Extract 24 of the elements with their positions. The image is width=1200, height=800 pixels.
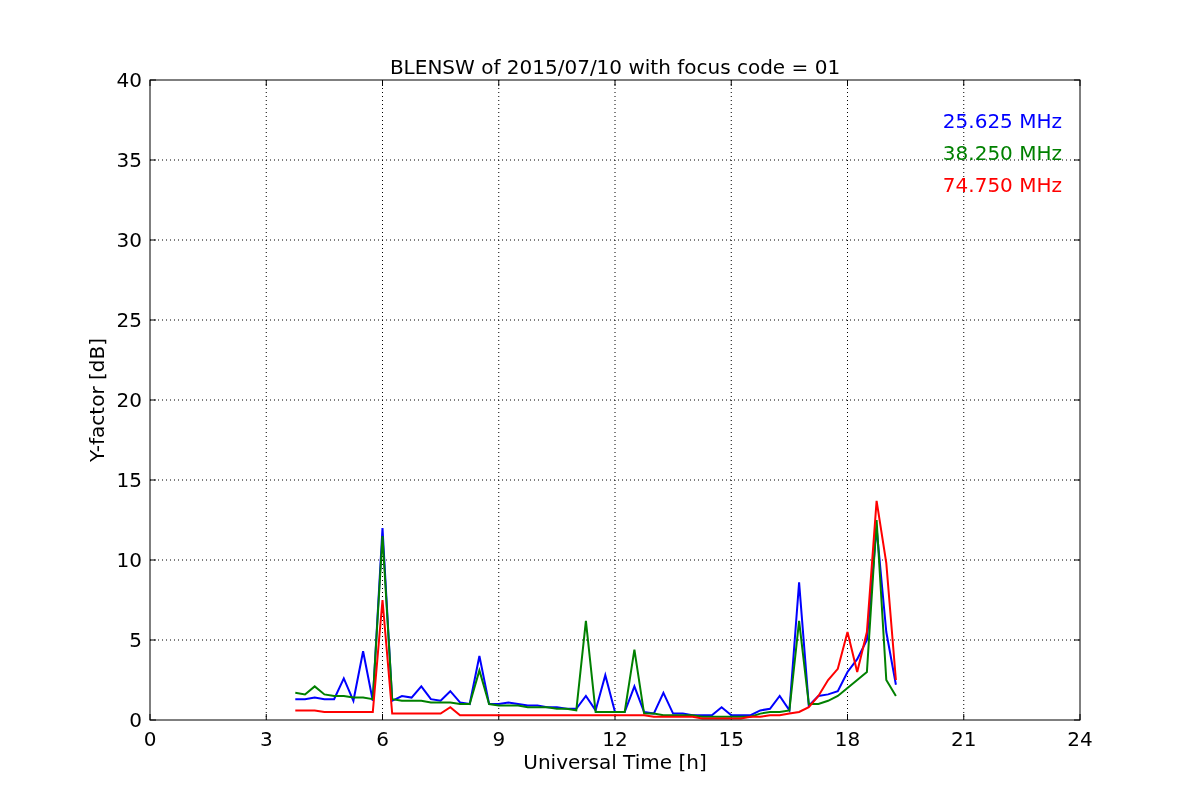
y-tick-label: 20 [116,388,142,412]
y-tick-label: 40 [116,68,142,92]
x-tick-label: 18 [834,727,861,751]
x-axis-label: Universal Time [h] [523,750,707,774]
y-tick-label: 35 [116,148,142,172]
y-tick-label: 15 [116,468,142,492]
legend-label: 74.750 MHz [942,173,1062,197]
x-tick-label: 6 [376,727,389,751]
x-tick-label: 24 [1067,727,1093,751]
y-tick-label: 10 [116,548,142,572]
x-tick-label: 21 [951,727,977,751]
y-axis-label: Y-factor [dB] [85,338,109,462]
y-tick-label: 25 [116,308,142,332]
x-tick-label: 12 [602,727,628,751]
chart-title: BLENSW of 2015/07/10 with focus code = 01 [389,55,841,79]
legend-label: 38.250 MHz [942,141,1062,165]
y-tick-label: 0 [129,708,142,732]
x-tick-label: 15 [718,727,744,751]
x-tick-label: 3 [259,727,273,751]
x-tick-label: 9 [492,727,506,751]
legend-label: 25.625 MHz [942,109,1062,133]
x-tick-label: 0 [143,727,157,751]
y-tick-label: 5 [129,628,142,652]
y-tick-label: 30 [116,228,142,252]
